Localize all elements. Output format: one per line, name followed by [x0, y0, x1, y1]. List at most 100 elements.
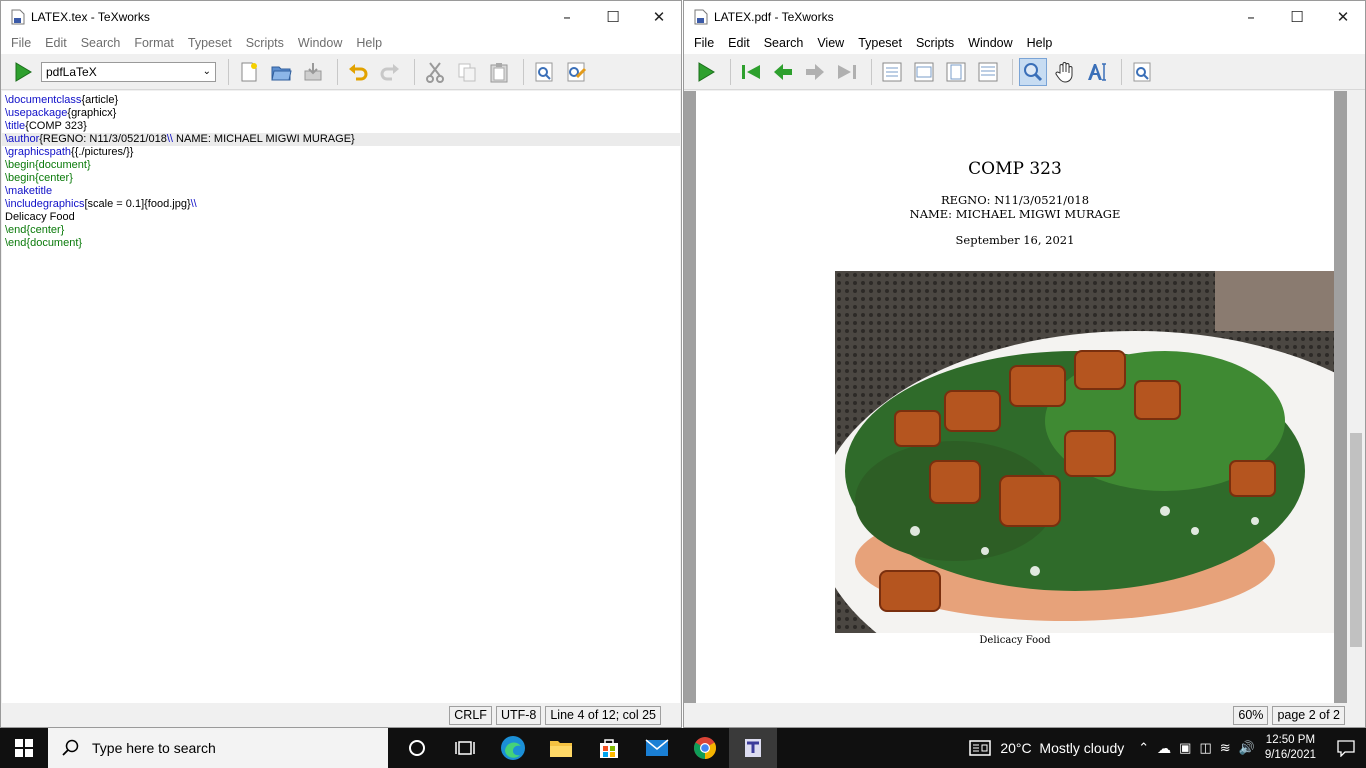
code-line-5: \graphicspath{{./pictures/}} — [2, 146, 680, 159]
menu-scripts[interactable]: Scripts — [239, 36, 291, 50]
copy-button[interactable] — [453, 58, 481, 86]
fit-window-button[interactable] — [974, 58, 1002, 86]
find-button[interactable] — [530, 58, 558, 86]
clock[interactable]: 12:50 PM 9/16/2021 — [1265, 733, 1316, 763]
texworks-taskbar-button[interactable] — [729, 728, 777, 768]
menu-typeset[interactable]: Typeset — [181, 36, 239, 50]
chevron-up-icon[interactable]: ⌃ — [1138, 740, 1149, 756]
redo-button[interactable] — [376, 58, 404, 86]
fit-page-button[interactable] — [942, 58, 970, 86]
save-icon — [304, 62, 322, 80]
edge-taskbar-button[interactable] — [489, 728, 537, 768]
source-editor[interactable]: \documentclass{article} \usepackage{grap… — [2, 91, 680, 703]
menu-typeset[interactable]: Typeset — [851, 36, 909, 50]
notification-center-button[interactable] — [1326, 728, 1366, 768]
replace-button[interactable] — [562, 58, 590, 86]
next-page-button[interactable] — [801, 58, 829, 86]
mail-taskbar-button[interactable] — [633, 728, 681, 768]
taskbar-search-box[interactable]: Type here to search — [48, 728, 388, 768]
minimize-button[interactable]: – — [544, 1, 590, 32]
menu-window[interactable]: Window — [291, 36, 349, 50]
magnify-tool-button[interactable] — [1019, 57, 1047, 86]
paste-button[interactable] — [485, 58, 513, 86]
latex-command: \documentclass — [5, 94, 82, 106]
toolbar-separator — [1012, 58, 1013, 85]
file-explorer-taskbar-button[interactable] — [537, 728, 585, 768]
typeset-button[interactable] — [9, 58, 37, 86]
undo-button[interactable] — [344, 58, 372, 86]
cursor-position-indicator[interactable]: Line 4 of 12; col 25 — [545, 705, 661, 725]
menu-window[interactable]: Window — [961, 36, 1019, 50]
cloud-icon[interactable]: ☁ — [1157, 740, 1171, 757]
close-button[interactable]: ✕ — [1320, 1, 1365, 32]
editor-menubar: File Edit Search Format Typeset Scripts … — [1, 32, 681, 54]
actual-size-button[interactable] — [878, 58, 906, 86]
scissors-icon — [426, 61, 444, 83]
open-file-button[interactable] — [267, 58, 295, 86]
latex-argument: {article} — [81, 94, 119, 106]
encoding-indicator[interactable]: UTF-8 — [495, 705, 542, 725]
last-page-icon — [838, 64, 856, 79]
pdf-titlebar[interactable]: LATEX.pdf - TeXworks – ☐ ✕ — [684, 1, 1365, 32]
fit-width-button[interactable] — [910, 58, 938, 86]
toolbar-separator — [228, 58, 229, 85]
store-taskbar-button[interactable] — [585, 728, 633, 768]
minimize-button[interactable]: – — [1228, 1, 1274, 32]
select-text-tool-button[interactable] — [1083, 58, 1111, 86]
typeset-button[interactable] — [692, 58, 720, 86]
meet-now-icon[interactable]: ▣ — [1179, 740, 1191, 756]
code-line-3: \title{COMP 323} — [2, 120, 680, 133]
first-page-button[interactable] — [737, 58, 765, 86]
line-ending-indicator[interactable]: CRLF — [449, 705, 492, 725]
battery-icon[interactable]: ◫ — [1199, 740, 1211, 756]
menu-help[interactable]: Help — [349, 36, 389, 50]
menu-edit[interactable]: Edit — [721, 36, 757, 50]
last-page-button[interactable] — [833, 58, 861, 86]
fit-window-icon — [978, 62, 998, 81]
zoom-indicator[interactable]: 60% — [1233, 705, 1269, 725]
menu-file[interactable]: File — [687, 36, 721, 50]
typeset-engine-select[interactable]: pdfLaTeX ⌄ — [41, 61, 216, 82]
maximize-button[interactable]: ☐ — [590, 1, 636, 32]
scroll-tool-button[interactable] — [1051, 58, 1079, 86]
maximize-button[interactable]: ☐ — [1274, 1, 1320, 32]
latex-command: \includegraphics — [5, 198, 85, 210]
weather-news-icon[interactable] — [968, 739, 992, 757]
page-indicator[interactable]: page 2 of 2 — [1272, 705, 1345, 725]
scrollbar-thumb[interactable] — [1350, 433, 1362, 647]
code-line-2: \usepackage{graphicx} — [2, 107, 680, 120]
cortana-button[interactable] — [393, 728, 441, 768]
editor-statusbar: CRLF UTF-8 Line 4 of 12; col 25 — [1, 703, 681, 727]
pdf-viewport[interactable]: COMP 323 REGNO: N11/3/0521/018 NAME: MIC… — [684, 91, 1365, 703]
menu-scripts[interactable]: Scripts — [909, 36, 961, 50]
clipboard-icon — [490, 62, 508, 82]
find-replace-icon — [567, 62, 587, 81]
weather-text[interactable]: 20°C Mostly cloudy — [1000, 740, 1124, 756]
volume-icon[interactable]: 🔊 — [1239, 740, 1255, 756]
menu-search[interactable]: Search — [757, 36, 811, 50]
task-view-button[interactable] — [441, 728, 489, 768]
latex-linebreak: \\ — [190, 198, 197, 210]
menu-file[interactable]: File — [4, 36, 38, 50]
save-button[interactable] — [299, 58, 327, 86]
latex-command: \author — [5, 133, 40, 145]
menu-edit[interactable]: Edit — [38, 36, 74, 50]
editor-titlebar[interactable]: LATEX.tex - TeXworks – ☐ ✕ — [1, 1, 681, 32]
menu-format[interactable]: Format — [127, 36, 181, 50]
latex-argument: {REGNO: N11/3/0521/018 — [39, 133, 167, 145]
play-icon — [15, 61, 32, 82]
previous-page-button[interactable] — [769, 58, 797, 86]
start-button[interactable] — [0, 728, 48, 768]
wifi-icon[interactable]: ≋ — [1220, 740, 1231, 756]
find-button[interactable] — [1128, 58, 1156, 86]
pdf-scrollbar[interactable] — [1347, 91, 1365, 703]
menu-help[interactable]: Help — [1020, 36, 1060, 50]
menu-search[interactable]: Search — [74, 36, 128, 50]
folder-open-icon — [271, 66, 292, 80]
chrome-taskbar-button[interactable] — [681, 728, 729, 768]
close-button[interactable]: ✕ — [636, 1, 681, 32]
new-file-button[interactable] — [235, 58, 263, 86]
latex-argument: {COMP 323} — [25, 120, 87, 132]
cut-button[interactable] — [421, 58, 449, 86]
menu-view[interactable]: View — [810, 36, 851, 50]
